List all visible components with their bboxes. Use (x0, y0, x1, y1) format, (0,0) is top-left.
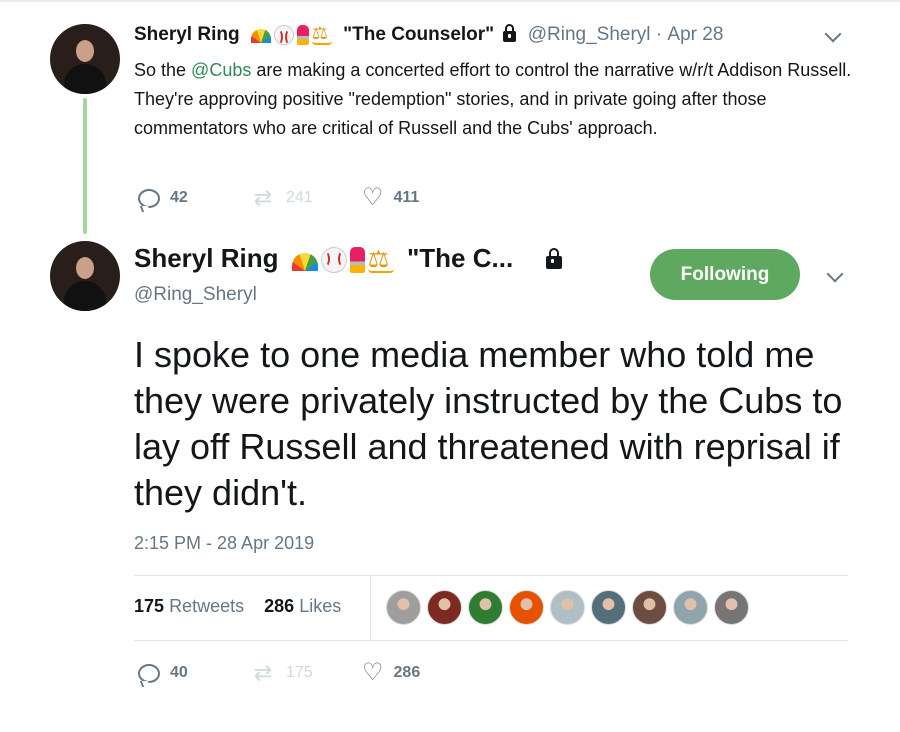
retweets-stat[interactable]: 175 Retweets (134, 596, 244, 616)
tweet2-text: I spoke to one media member who told me … (134, 334, 843, 513)
retweet-count: 175 (286, 664, 313, 681)
liker-avatar[interactable] (714, 590, 749, 625)
like-button[interactable]: ♡ 286 (362, 659, 421, 686)
liker-avatar[interactable] (468, 590, 503, 625)
liker-avatar[interactable] (509, 590, 544, 625)
reply-button[interactable]: 40 (138, 663, 250, 683)
like-count: 411 (393, 189, 420, 206)
rainbow-icon (291, 253, 318, 272)
chevron-down-icon[interactable] (824, 25, 842, 43)
tweet1-handle[interactable]: @Ring_Sheryl (528, 24, 651, 45)
retweet-icon: ⇄ (253, 185, 273, 210)
reply-count: 40 (170, 664, 188, 681)
retweet-icon: ⇄ (253, 660, 273, 685)
tweet1-text: So the @Cubs are making a concerted effo… (134, 60, 852, 138)
heart-icon: ♡ (362, 184, 384, 211)
tweet1-header: Sheryl Ring "The Counselor" @Ring_Sheryl… (134, 23, 723, 46)
top-divider (0, 0, 900, 2)
lipstick-icon (349, 247, 365, 274)
dot-separator: · (655, 24, 663, 45)
tweet2-handle[interactable]: @Ring_Sheryl (134, 284, 257, 306)
liker-avatar[interactable] (550, 590, 585, 625)
liker-avatar[interactable] (591, 590, 626, 625)
liker-avatar[interactable] (386, 590, 421, 625)
retweet-button[interactable]: ⇄ 175 (250, 660, 362, 685)
name-emojis (250, 23, 332, 45)
stats-bottom-divider (134, 640, 848, 641)
baseball-icon (273, 24, 294, 45)
liker-avatar[interactable] (632, 590, 667, 625)
tweet1-name-suffix: "The Counselor" (343, 24, 495, 45)
reply-button[interactable]: 42 (138, 188, 250, 208)
lock-icon (503, 24, 517, 43)
tweet1-date[interactable]: Apr 28 (667, 24, 723, 45)
lipstick-icon (296, 24, 309, 45)
author-avatar-main[interactable] (50, 241, 120, 311)
tweet2-author-name[interactable]: Sheryl Ring (134, 243, 278, 273)
reply-count: 42 (170, 189, 188, 206)
scales-icon (367, 245, 394, 274)
reply-icon (138, 188, 160, 208)
engagement-stats: 175 Retweets 286 Likes (134, 596, 341, 617)
author-avatar[interactable] (50, 24, 120, 94)
tweet1-actions: 42 ⇄ 241 ♡ 411 (138, 184, 420, 211)
like-count: 286 (393, 664, 421, 681)
baseball-icon (320, 247, 347, 274)
tweet2-timestamp[interactable]: 2:15 PM - 28 Apr 2019 (134, 533, 314, 554)
like-button[interactable]: ♡ 411 (362, 184, 420, 211)
following-button[interactable]: Following (650, 249, 800, 300)
tweet2-actions: 40 ⇄ 175 ♡ 286 (138, 659, 421, 686)
chevron-down-icon[interactable] (826, 265, 844, 283)
retweet-count: 241 (286, 189, 313, 206)
heart-icon: ♡ (362, 659, 384, 686)
scales-icon (311, 23, 332, 45)
reply-icon (138, 663, 160, 683)
stats-top-divider (134, 575, 848, 576)
likes-stat[interactable]: 286 Likes (264, 596, 341, 616)
liker-avatar[interactable] (673, 590, 708, 625)
lock-icon (546, 247, 563, 269)
thread-connector (83, 98, 87, 234)
liker-avatar[interactable] (427, 590, 462, 625)
rainbow-icon (250, 28, 271, 43)
mention-link[interactable]: @Cubs (191, 60, 251, 80)
liker-avatars (386, 590, 749, 625)
name-emojis (291, 245, 394, 274)
tweet2-name-suffix: "The C... (406, 243, 514, 273)
retweet-button[interactable]: ⇄ 241 (250, 185, 362, 210)
tweet1-author-name[interactable]: Sheryl Ring (134, 24, 240, 45)
stats-vertical-divider (370, 576, 371, 640)
tweet2-header: Sheryl Ring "The C... (134, 243, 568, 274)
